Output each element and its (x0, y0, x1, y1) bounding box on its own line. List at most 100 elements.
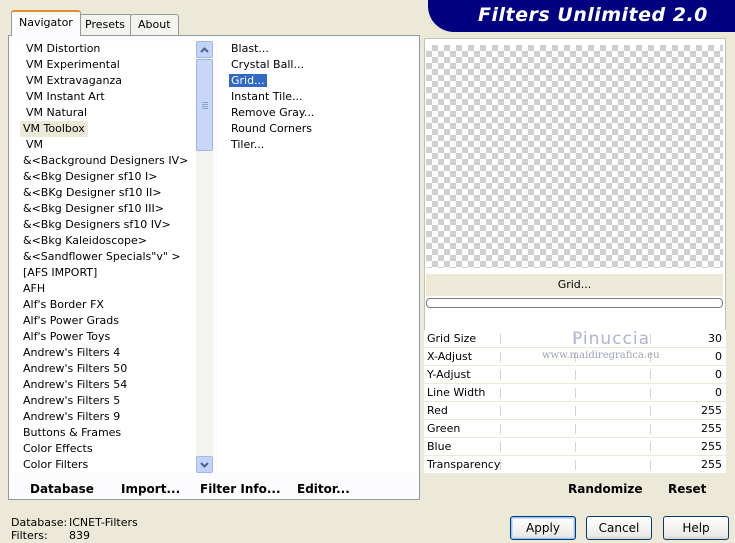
filter-item-label: Grid... (229, 74, 267, 87)
filter-info-button-label: Filter Info... (200, 482, 281, 496)
parameter-row[interactable]: Y-Adjust 0 (424, 366, 726, 384)
filter-item[interactable]: Round Corners (218, 121, 418, 137)
filter-item[interactable]: Grid... (218, 73, 418, 89)
status-database-value: ICNET-Filters (69, 516, 138, 529)
category-item[interactable]: VM Instant Art (12, 89, 196, 105)
category-item[interactable]: VM Extravaganza (12, 73, 196, 89)
help-button[interactable]: Help (663, 516, 729, 540)
editor-button[interactable]: Editor... (297, 482, 350, 496)
parameter-row[interactable]: Blue 255 (424, 438, 726, 456)
filter-item-label: Tiler... (231, 138, 265, 151)
category-item[interactable]: &<Bkg Designer sf10 III> (12, 201, 196, 217)
category-item[interactable]: Alf's Border FX (12, 297, 196, 313)
watermark-name: Pinuccia (572, 329, 650, 349)
parameter-row[interactable]: Red 255 (424, 402, 726, 420)
parameter-value: 255 (701, 404, 722, 417)
filter-item[interactable]: Remove Gray... (218, 105, 418, 121)
filter-info-button[interactable]: Filter Info... (200, 482, 281, 496)
category-list[interactable]: VM Distortion VM Experimental VM Extravaga… (12, 41, 196, 473)
parameter-label: Line Width (427, 386, 486, 399)
category-item[interactable]: &<BKg Designer sf10 II> (12, 185, 196, 201)
status-database: Database: ICNET-Filters (11, 516, 138, 529)
banner-title: Filters Unlimited 2.0 (478, 4, 708, 26)
filter-item-label: Instant Tile... (231, 90, 303, 103)
watermark-url: www.maidiregrafica.eu (542, 350, 660, 361)
category-item[interactable]: Alf's Power Grads (12, 313, 196, 329)
category-item[interactable]: Buttons & Frames (12, 425, 196, 441)
import-button[interactable]: Import... (121, 482, 180, 496)
slider-tick (575, 424, 576, 434)
apply-button[interactable]: Apply (510, 516, 576, 540)
slider-tick (575, 370, 576, 380)
filter-item[interactable]: Crystal Ball... (218, 57, 418, 73)
slider-tick (650, 334, 651, 344)
parameter-label: Y-Adjust (427, 368, 471, 381)
category-item[interactable]: Andrew's Filters 50 (12, 361, 196, 377)
tab-navigator[interactable]: Navigator (11, 10, 81, 36)
parameter-label: X-Adjust (427, 350, 473, 363)
filter-item[interactable]: Tiler... (218, 137, 418, 153)
category-item[interactable]: AFH (12, 281, 196, 297)
parameter-row[interactable]: Green 255 (424, 420, 726, 438)
category-item[interactable]: &<Bkg Designer sf10 I> (12, 169, 196, 185)
category-item[interactable]: VM Experimental (12, 57, 196, 73)
slider-tick (575, 388, 576, 398)
category-item[interactable]: Color Effects (12, 441, 196, 457)
category-item[interactable]: Andrew's Filters 4 (12, 345, 196, 361)
slider-tick (575, 460, 576, 470)
editor-button-label: Editor... (297, 482, 350, 496)
slider-tick (500, 424, 501, 434)
tab-about[interactable]: About (130, 14, 179, 35)
slider-tick (500, 442, 501, 452)
parameter-label: Transparency (427, 458, 501, 471)
category-item[interactable]: &<Background Designers IV> (12, 153, 196, 169)
scroll-thumb[interactable] (196, 59, 213, 151)
parameter-value: 0 (715, 368, 722, 381)
preview-filter-name: Grid... (426, 274, 723, 296)
status-filters-value: 839 (69, 529, 90, 542)
category-item[interactable]: Andrew's Filters 5 (12, 393, 196, 409)
category-scrollbar[interactable] (196, 41, 213, 473)
reset-button[interactable]: Reset (668, 482, 706, 496)
category-item[interactable]: VM (12, 137, 196, 153)
parameter-value: 30 (708, 332, 722, 345)
tab-presets[interactable]: Presets (77, 14, 134, 35)
slider-tick (500, 370, 501, 380)
category-item[interactable]: [AFS IMPORT] (12, 265, 196, 281)
filter-list[interactable]: Blast... Crystal Ball... Grid... Instant Ti… (218, 41, 418, 473)
category-item[interactable]: &<Bkg Kaleidoscope> (12, 233, 196, 249)
filter-item-label: Crystal Ball... (231, 58, 304, 71)
parameter-value: 0 (715, 350, 722, 363)
parameter-row[interactable]: Line Width 0 (424, 384, 726, 402)
slider-tick (650, 442, 651, 452)
category-item[interactable]: Color Filters (12, 457, 196, 473)
category-item[interactable]: VM Distortion (12, 41, 196, 57)
category-item[interactable]: VM Toolbox (20, 121, 88, 137)
randomize-button[interactable]: Randomize (568, 482, 642, 496)
slider-tick (650, 424, 651, 434)
category-item[interactable]: Alf's Power Toys (12, 329, 196, 345)
category-item[interactable]: &<Bkg Designers sf10 IV> (12, 217, 196, 233)
scroll-down-button[interactable] (196, 456, 213, 473)
database-button[interactable]: Database (30, 482, 94, 496)
cancel-button[interactable]: Cancel (586, 516, 652, 540)
slider-tick (500, 406, 501, 416)
filter-item[interactable]: Blast... (218, 41, 418, 57)
category-item[interactable]: Andrew's Filters 9 (12, 409, 196, 425)
parameter-label: Grid Size (427, 332, 477, 345)
filter-item-label: Round Corners (231, 122, 313, 135)
scroll-up-button[interactable] (196, 41, 213, 58)
filter-item[interactable]: Instant Tile... (218, 89, 418, 105)
category-item[interactable]: Andrew's Filters 54 (12, 377, 196, 393)
import-button-label: Import... (121, 482, 181, 496)
parameter-row[interactable]: Transparency 255 (424, 456, 726, 474)
status-filters-label: Filters: (11, 529, 48, 542)
slider-tick (500, 334, 501, 344)
category-item[interactable]: VM Natural (12, 105, 196, 121)
slider-tick (650, 388, 651, 398)
database-button-label: Database (30, 482, 94, 496)
slider-tick (650, 406, 651, 416)
category-item[interactable]: &<Sandflower Specials"v" > (12, 249, 196, 265)
parameter-label: Red (427, 404, 448, 417)
progress-bar (426, 298, 723, 308)
